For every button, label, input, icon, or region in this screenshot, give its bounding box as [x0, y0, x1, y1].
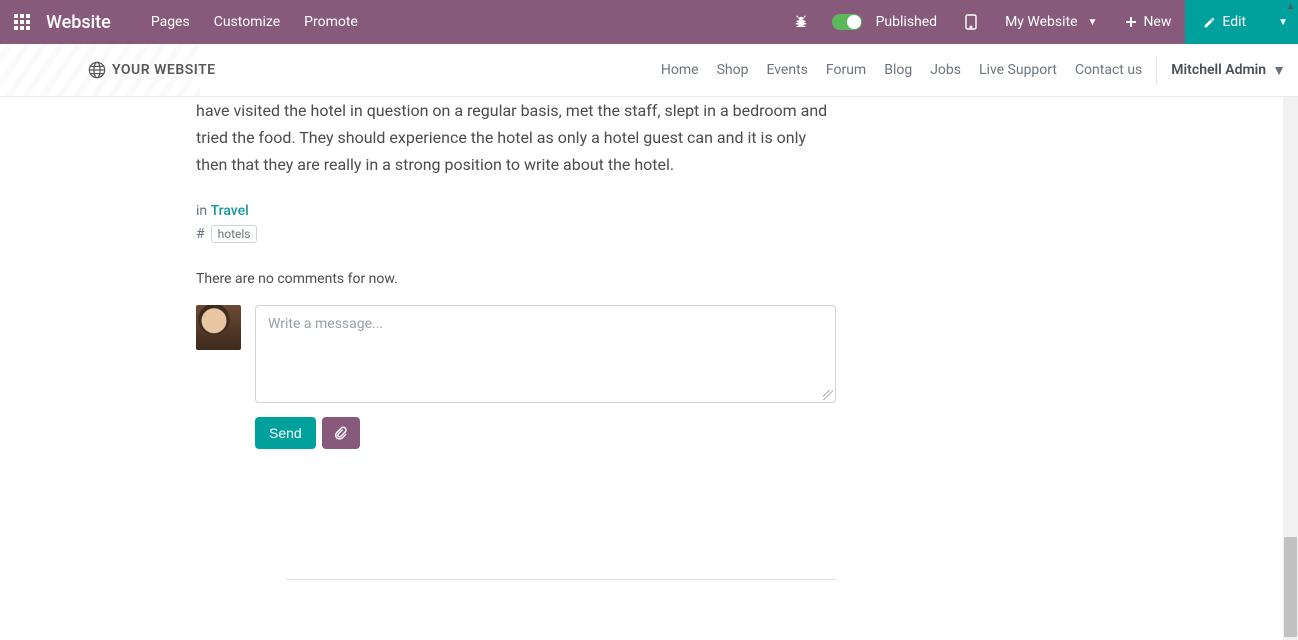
category-link[interactable]: Travel [211, 203, 249, 219]
publish-toggle[interactable]: Published [818, 0, 951, 44]
globe-icon [88, 61, 106, 79]
composer-actions: Send [255, 417, 836, 449]
resize-handle-icon[interactable] [823, 390, 833, 400]
nav-home[interactable]: Home [661, 62, 699, 78]
tag-hotels[interactable]: hotels [211, 225, 258, 243]
system-bar: Website Pages Customize Promote Publishe… [0, 0, 1298, 44]
sysbar-right: Published My Website ▼ New Edit ▼ [784, 0, 1298, 44]
menu-customize[interactable]: Customize [214, 14, 280, 30]
menu-promote[interactable]: Promote [304, 14, 358, 30]
site-navbar: YOUR WEBSITE Home Shop Events Forum Blog… [0, 44, 1298, 97]
toggle-icon [832, 14, 862, 30]
edit-button[interactable]: Edit [1185, 0, 1264, 44]
caret-down-icon: ▼ [1272, 62, 1286, 79]
caret-down-icon: ▼ [1278, 17, 1288, 28]
bug-icon [794, 15, 808, 29]
caret-down-icon: ▼ [1088, 17, 1098, 28]
plus-icon [1125, 16, 1137, 28]
edit-group: Edit ▼ [1185, 0, 1298, 44]
mobile-icon [965, 14, 977, 30]
site-nav-links: Home Shop Events Forum Blog Jobs Live Su… [661, 62, 1142, 78]
nav-contact[interactable]: Contact us [1075, 62, 1142, 78]
paperclip-icon [334, 426, 348, 440]
brand-label[interactable]: Website [46, 12, 111, 33]
scrollbar-thumb[interactable] [1284, 537, 1297, 637]
pencil-icon [1203, 16, 1216, 29]
user-menu[interactable]: Mitchell Admin ▼ [1171, 62, 1286, 79]
published-label: Published [876, 14, 937, 30]
no-comments-text: There are no comments for now. [196, 271, 836, 287]
comment-composer: Write a message... [196, 305, 836, 403]
site-logo-text: YOUR WEBSITE [112, 62, 216, 78]
send-button[interactable]: Send [255, 417, 316, 449]
page-body: have visited the hotel in question on a … [0, 97, 1298, 640]
article-meta: in Travel [196, 203, 836, 219]
site-logo[interactable]: YOUR WEBSITE [88, 61, 216, 79]
message-placeholder: Write a message... [268, 316, 383, 332]
message-input[interactable]: Write a message... [255, 305, 836, 403]
nav-separator [1156, 56, 1157, 84]
avatar [196, 305, 241, 350]
footer-divider [286, 579, 836, 580]
nav-blog[interactable]: Blog [884, 62, 912, 78]
hash-icon: # [196, 226, 205, 242]
nav-forum[interactable]: Forum [826, 62, 866, 78]
apps-icon[interactable] [14, 14, 30, 30]
new-button[interactable]: New [1111, 0, 1185, 44]
edit-label: Edit [1222, 14, 1246, 30]
menu-pages[interactable]: Pages [151, 14, 190, 30]
user-name: Mitchell Admin [1171, 62, 1266, 78]
article-body: have visited the hotel in question on a … [196, 97, 836, 179]
new-label: New [1143, 14, 1171, 30]
nav-shop[interactable]: Shop [717, 62, 749, 78]
attach-button[interactable] [322, 417, 360, 449]
my-website-label: My Website [1005, 14, 1077, 30]
nav-events[interactable]: Events [766, 62, 807, 78]
article-tags: # hotels [196, 225, 836, 243]
mobile-preview-button[interactable] [951, 0, 991, 44]
scroll-up-caret[interactable]: ▲ [1286, 1, 1295, 12]
scrollbar-track[interactable] [1283, 97, 1298, 640]
nav-jobs[interactable]: Jobs [930, 62, 961, 78]
nav-live-support[interactable]: Live Support [979, 62, 1057, 78]
in-prefix: in [196, 203, 211, 219]
website-switch[interactable]: My Website ▼ [991, 0, 1111, 44]
sysbar-menu: Pages Customize Promote [151, 14, 358, 30]
debug-button[interactable] [784, 0, 818, 44]
